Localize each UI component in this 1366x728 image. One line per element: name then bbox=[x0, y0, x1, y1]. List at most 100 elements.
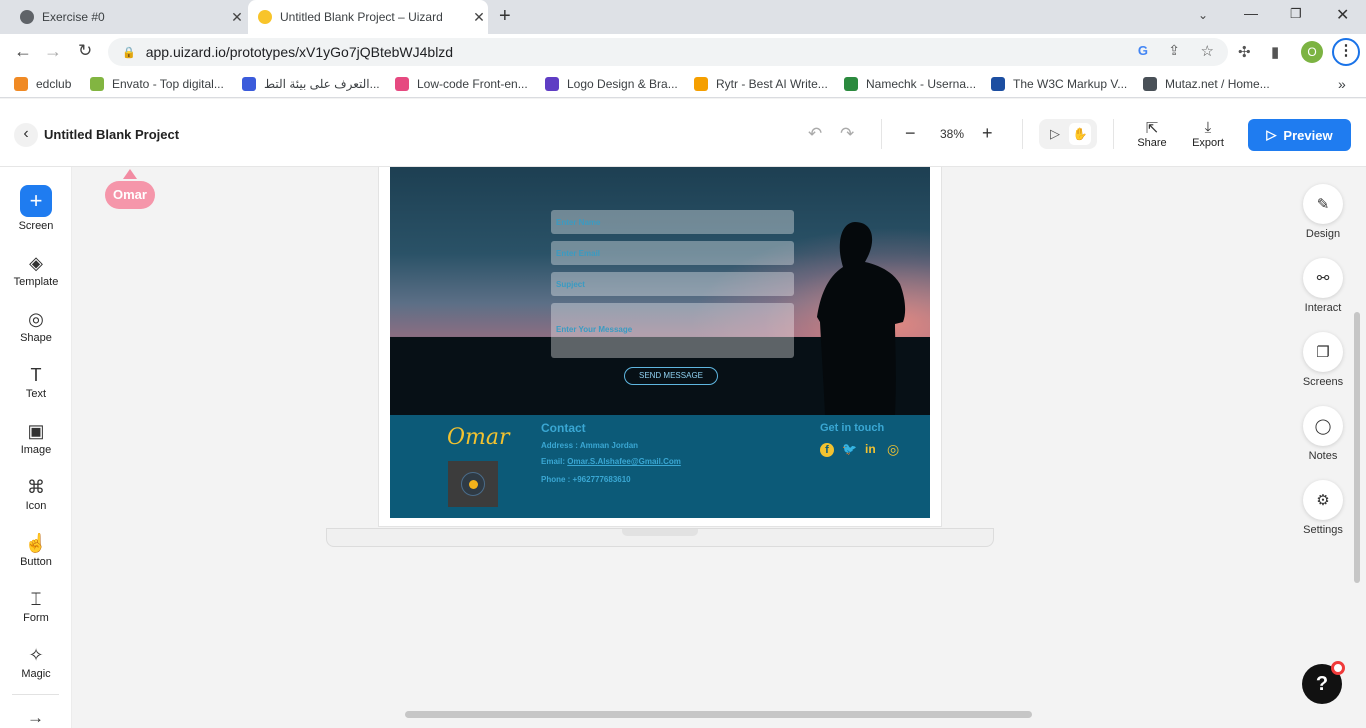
bookmark-envato[interactable]: Envato - Top digital... bbox=[90, 70, 224, 98]
vertical-scrollbar[interactable] bbox=[1354, 312, 1360, 583]
facebook-icon[interactable]: f bbox=[820, 443, 834, 457]
instagram-icon[interactable]: ◎ bbox=[887, 441, 899, 458]
email-field[interactable]: Enter Email bbox=[551, 241, 794, 265]
image-icon: ▣ bbox=[27, 421, 45, 441]
forward-arrow-icon[interactable]: → bbox=[44, 41, 62, 62]
mode-toggle: ▷ ✋ bbox=[1039, 119, 1097, 149]
bookmark-w3c[interactable]: The W3C Markup V... bbox=[991, 70, 1127, 98]
close-window-icon[interactable]: ✕ bbox=[1336, 5, 1349, 25]
tab-search-icon[interactable]: ⌄ bbox=[1198, 8, 1208, 22]
share-icon: ⇱ bbox=[1145, 120, 1159, 137]
undo-icon[interactable]: ↶ bbox=[808, 124, 822, 144]
divider bbox=[1022, 119, 1023, 149]
icon-tool[interactable]: ⌘ Icon bbox=[0, 477, 72, 512]
template-tool[interactable]: ◈ Template bbox=[0, 253, 72, 288]
interact-panel-button[interactable]: ⚯ bbox=[1303, 258, 1343, 298]
add-screen-tool[interactable]: + Screen bbox=[0, 185, 72, 232]
more-bookmarks-icon[interactable]: » bbox=[1338, 70, 1346, 98]
bookmark-label: The W3C Markup V... bbox=[1013, 77, 1128, 91]
preview-label: Preview bbox=[1283, 127, 1333, 143]
send-message-button[interactable]: SEND MESSAGE bbox=[624, 367, 718, 385]
settings-panel-button[interactable]: ⚙ bbox=[1303, 480, 1343, 520]
image-tool[interactable]: ▣ Image bbox=[0, 421, 72, 456]
share-button[interactable]: ⇱ Share bbox=[1134, 119, 1170, 149]
bookmark-label: Low-code Front-en... bbox=[417, 77, 528, 91]
shape-tool[interactable]: ◎ Shape bbox=[0, 309, 72, 344]
extensions-icon[interactable]: ✣ bbox=[1238, 43, 1251, 61]
rytr-icon bbox=[694, 77, 708, 91]
globe-icon bbox=[20, 10, 34, 24]
expand-arrow-icon[interactable]: → bbox=[27, 708, 44, 728]
linkedin-icon[interactable]: in bbox=[865, 442, 876, 456]
browser-menu-icon[interactable]: ⋮ bbox=[1332, 38, 1360, 66]
email-link[interactable]: Omar.S.Alshafee@Gmail.Com bbox=[567, 457, 681, 466]
redo-icon[interactable]: ↷ bbox=[840, 124, 854, 144]
bookmark-arabic[interactable]: التعرف على بيئة التط... bbox=[242, 70, 380, 98]
bookmark-lowcode[interactable]: Low-code Front-en... bbox=[395, 70, 528, 98]
bookmark-edclub[interactable]: edclub bbox=[14, 70, 71, 98]
bookmarks-bar: edclub Envato - Top digital... التعرف عل… bbox=[0, 70, 1366, 98]
minimize-window-icon[interactable]: — bbox=[1244, 5, 1258, 21]
logo-sun bbox=[469, 480, 478, 489]
reload-icon[interactable]: ↻ bbox=[78, 41, 92, 61]
hand-tool-icon[interactable]: ✋ bbox=[1069, 123, 1091, 145]
tool-label: Image bbox=[20, 444, 52, 456]
tool-label: Form bbox=[23, 612, 49, 624]
text-tool[interactable]: T Text bbox=[0, 365, 72, 400]
zoom-in-button[interactable]: + bbox=[982, 123, 993, 144]
tab-exercise[interactable]: Exercise #0 ✕ bbox=[10, 0, 246, 34]
export-button[interactable]: ⤓ Export bbox=[1188, 119, 1228, 149]
bookmark-site-icon bbox=[395, 77, 409, 91]
name-field[interactable]: Enter Name bbox=[551, 210, 794, 234]
plus-icon: + bbox=[20, 185, 52, 217]
preview-button[interactable]: ▷ Preview bbox=[1248, 119, 1351, 151]
share-page-icon[interactable]: ⇪ bbox=[1168, 42, 1180, 59]
screens-panel-button[interactable]: ❐ bbox=[1303, 332, 1343, 372]
bookmark-star-icon[interactable]: ☆ bbox=[1201, 42, 1214, 60]
address-text: Address : Amman Jordan bbox=[541, 441, 639, 450]
twitter-icon[interactable]: 🐦 bbox=[842, 442, 857, 456]
settings-label: Settings bbox=[1303, 524, 1343, 536]
project-title[interactable]: Untitled Blank Project bbox=[44, 127, 179, 142]
divider bbox=[1113, 119, 1114, 149]
zoom-out-button[interactable]: − bbox=[905, 123, 916, 144]
close-tab-icon[interactable]: ✕ bbox=[470, 9, 488, 26]
tab-uizard[interactable]: Untitled Blank Project – Uizard ✕ bbox=[248, 0, 488, 34]
restore-window-icon[interactable]: ❐ bbox=[1290, 6, 1302, 22]
magic-tool[interactable]: ✧ Magic bbox=[0, 645, 72, 680]
button-tool[interactable]: ☝ Button bbox=[0, 533, 72, 568]
bookmark-namechk[interactable]: Namechk - Userna... bbox=[844, 70, 976, 98]
back-button[interactable]: ‹ bbox=[14, 123, 38, 147]
message-field[interactable]: Enter Your Message bbox=[551, 303, 794, 358]
mutaz-icon bbox=[1143, 77, 1157, 91]
notes-panel-button[interactable]: ◯ bbox=[1303, 406, 1343, 446]
get-in-touch-heading: Get in touch bbox=[820, 422, 885, 434]
new-tab-button[interactable]: + bbox=[499, 5, 511, 28]
pencil-icon: ✎ bbox=[1316, 196, 1330, 213]
tool-label: Screen bbox=[18, 220, 54, 232]
horizontal-scrollbar[interactable] bbox=[405, 711, 1032, 718]
design-screen[interactable]: Enter Name Enter Email Supject Enter You… bbox=[390, 167, 930, 518]
close-tab-icon[interactable]: ✕ bbox=[228, 9, 246, 26]
form-tool[interactable]: ⌶ Form bbox=[0, 589, 72, 624]
back-arrow-icon[interactable]: ← bbox=[14, 41, 32, 62]
side-panel-icon[interactable]: ▮ bbox=[1271, 43, 1279, 61]
subject-field[interactable]: Supject bbox=[551, 272, 794, 296]
bookmark-mutaz[interactable]: Mutaz.net / Home... bbox=[1143, 70, 1270, 98]
address-bar[interactable]: 🔒 app.uizard.io/prototypes/xV1yGo7jQBteb… bbox=[108, 38, 1228, 66]
design-panel-button[interactable]: ✎ bbox=[1303, 184, 1343, 224]
play-mode-icon[interactable]: ▷ bbox=[1045, 124, 1065, 144]
w3c-icon bbox=[991, 77, 1005, 91]
contact-heading: Contact bbox=[541, 421, 586, 435]
magic-wand-icon: ✧ bbox=[28, 645, 44, 665]
email-line: Email: Omar.S.Alshafee@Gmail.Com bbox=[541, 457, 681, 466]
tool-label: Template bbox=[13, 276, 59, 288]
bookmark-rytr[interactable]: Rytr - Best AI Write... bbox=[694, 70, 828, 98]
tool-label: Magic bbox=[21, 668, 51, 680]
logo-circle bbox=[461, 472, 485, 496]
zoom-level[interactable]: 38% bbox=[940, 127, 964, 141]
profile-avatar[interactable]: O bbox=[1301, 41, 1323, 63]
cursor-pointer-icon bbox=[123, 169, 137, 179]
google-translate-icon[interactable]: G bbox=[1138, 43, 1148, 58]
bookmark-logo-design[interactable]: Logo Design & Bra... bbox=[545, 70, 678, 98]
